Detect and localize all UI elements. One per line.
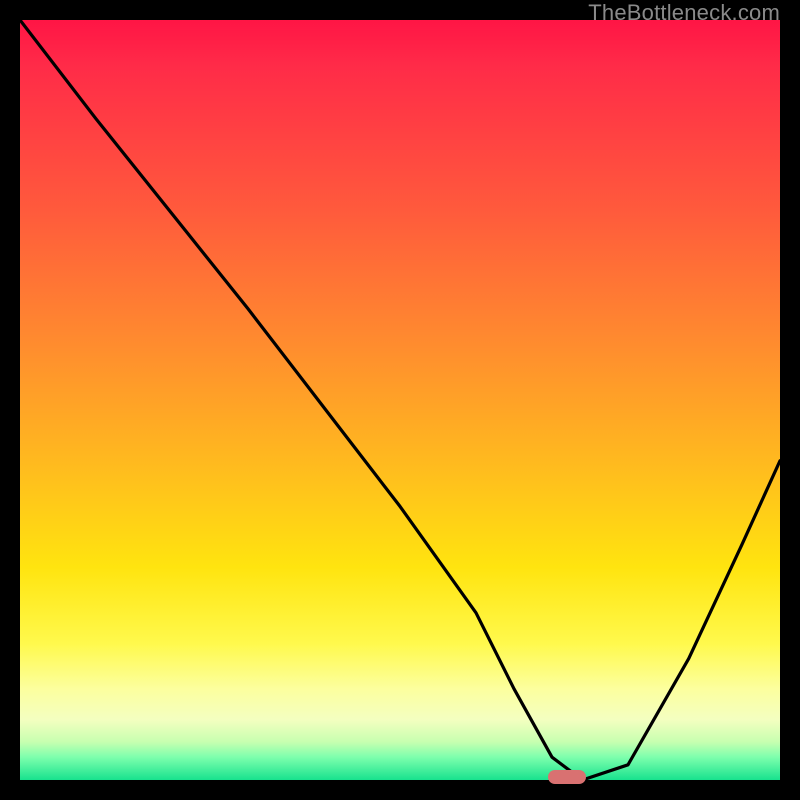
chart-frame: TheBottleneck.com <box>0 0 800 800</box>
optimum-marker <box>548 770 586 784</box>
bottleneck-curve <box>20 20 780 780</box>
curve-layer <box>20 20 780 780</box>
plot-area <box>20 20 780 780</box>
